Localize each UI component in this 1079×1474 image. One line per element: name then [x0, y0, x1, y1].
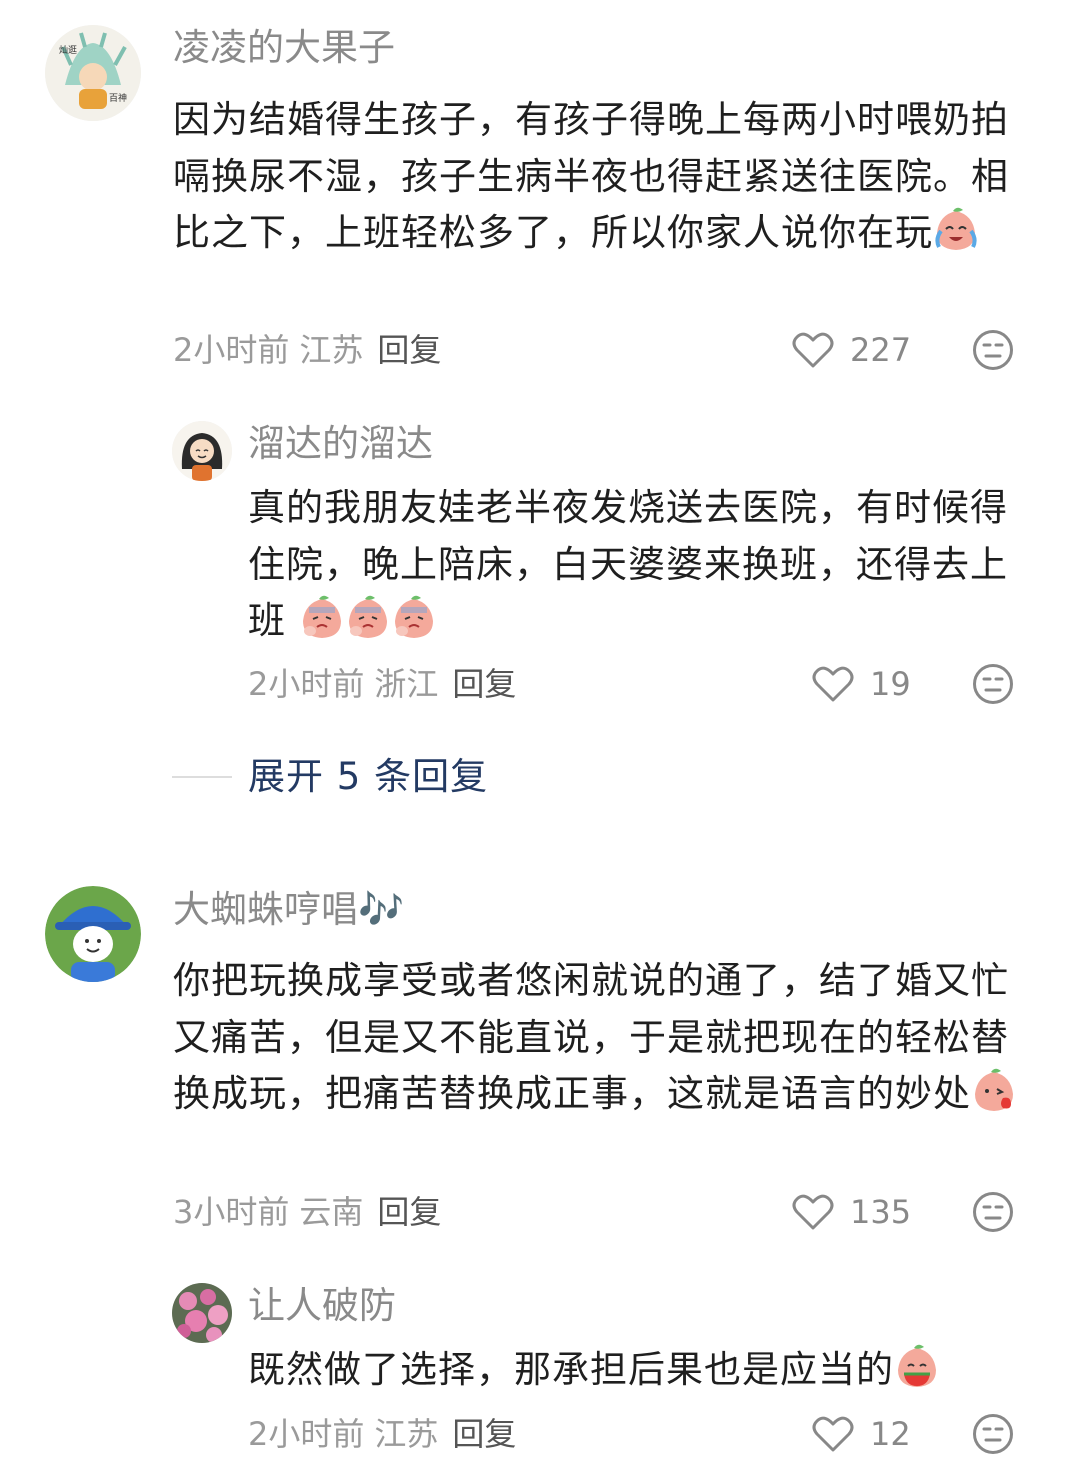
- reply-button[interactable]: 回复: [377, 331, 441, 369]
- heart-icon: [812, 1416, 854, 1452]
- kiss-peach-emoji: [971, 1068, 1017, 1131]
- meh-face-icon: [973, 1192, 1013, 1232]
- comment-meta: 2小时前 浙江 回复: [248, 664, 516, 704]
- worried-peach-emoji: [345, 595, 391, 658]
- like-count: 12: [870, 1415, 911, 1453]
- username[interactable]: 溜达的溜达: [248, 422, 433, 466]
- location: 云南: [299, 1193, 364, 1231]
- expand-replies-button[interactable]: 展开 5 条回复: [248, 755, 488, 799]
- like-button[interactable]: 227: [792, 330, 911, 370]
- avatar[interactable]: 灿逛 百神: [45, 25, 141, 121]
- comment-meta: 2小时前 江苏 回复: [248, 1414, 516, 1454]
- comment-text: 既然做了选择，那承担后果也是应当的: [248, 1342, 1018, 1407]
- like-count: 19: [870, 665, 911, 703]
- music-notes-icon: 🎶: [358, 888, 405, 931]
- worried-peach-emoji: [299, 595, 345, 658]
- meh-face-icon: [973, 330, 1013, 370]
- comment-text: 真的我朋友娃老半夜发烧送去医院，有时候得住院，晚上陪床，白天婆婆来换班，还得去上…: [248, 480, 1018, 658]
- crying-peach-emoji: [933, 207, 979, 270]
- avatar[interactable]: [172, 421, 232, 481]
- reply-button[interactable]: 回复: [452, 1415, 516, 1453]
- reply-button[interactable]: 回复: [452, 665, 516, 703]
- comment-meta: 3小时前 云南 回复: [173, 1192, 441, 1232]
- comment-text: 你把玩换成享受或者悠闲就说的通了，结了婚又忙又痛苦，但是又不能直说，于是就把现在…: [173, 953, 1018, 1131]
- dislike-button[interactable]: [972, 1191, 1014, 1237]
- worried-peach-emoji-group: [286, 595, 437, 642]
- like-button[interactable]: 135: [792, 1192, 911, 1232]
- timestamp: 2小时前: [248, 1415, 365, 1453]
- like-count: 227: [850, 331, 912, 369]
- username[interactable]: 凌凌的大果子: [173, 26, 395, 70]
- username[interactable]: 大蜘蛛哼唱🎶: [173, 888, 404, 932]
- timestamp: 2小时前: [173, 331, 290, 369]
- svg-text:灿逛: 灿逛: [59, 44, 77, 56]
- like-button[interactable]: 12: [812, 1414, 911, 1454]
- dislike-button[interactable]: [972, 663, 1014, 709]
- watermelon-peach-emoji: [894, 1344, 940, 1407]
- location: 浙江: [374, 665, 439, 703]
- location: 江苏: [299, 331, 364, 369]
- reply-button[interactable]: 回复: [377, 1193, 441, 1231]
- like-count: 135: [850, 1193, 912, 1231]
- comment-text: 因为结婚得生孩子，有孩子得晚上每两小时喂奶拍嗝换尿不湿，孩子生病半夜也得赶紧送往…: [173, 92, 1018, 270]
- like-button[interactable]: 19: [812, 664, 911, 704]
- meh-face-icon: [973, 1414, 1013, 1454]
- avatar[interactable]: [172, 1283, 232, 1343]
- worried-peach-emoji: [391, 595, 437, 658]
- heart-icon: [812, 666, 854, 702]
- timestamp: 2小时前: [248, 665, 365, 703]
- dislike-button[interactable]: [972, 1413, 1014, 1459]
- username[interactable]: 让人破防: [248, 1284, 396, 1328]
- svg-text:百神: 百神: [109, 92, 127, 104]
- comment-meta: 2小时前 江苏 回复: [173, 330, 441, 370]
- meh-face-icon: [973, 664, 1013, 704]
- timestamp: 3小时前: [173, 1193, 290, 1231]
- heart-icon: [792, 1194, 834, 1230]
- heart-icon: [792, 332, 834, 368]
- dislike-button[interactable]: [972, 329, 1014, 375]
- location: 江苏: [374, 1415, 439, 1453]
- divider: [172, 776, 232, 778]
- avatar[interactable]: [45, 886, 141, 982]
